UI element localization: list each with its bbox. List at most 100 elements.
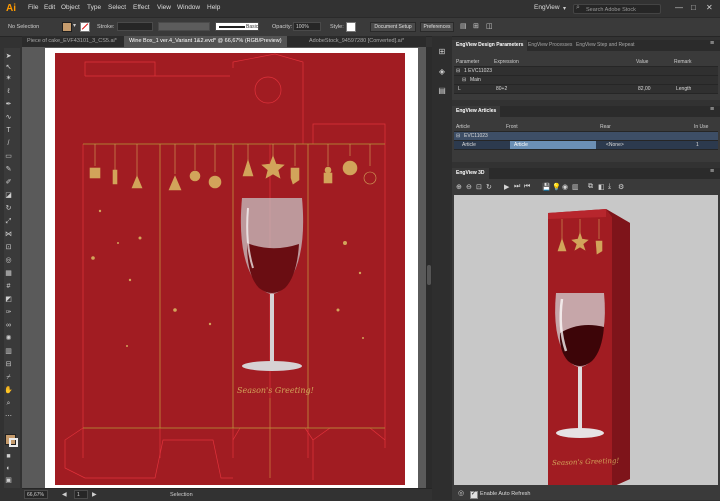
panel-menu-icon[interactable]: ≡: [710, 106, 714, 113]
menu-effect[interactable]: Effect: [133, 4, 150, 11]
curvature-tool-icon[interactable]: ∿: [4, 113, 13, 122]
table-row[interactable]: L 80+2 82,00 Length: [454, 85, 718, 94]
line-tool-icon[interactable]: /: [4, 139, 13, 148]
blend-tool-icon[interactable]: ∞: [4, 321, 13, 330]
param-expression[interactable]: 80+2: [496, 85, 507, 93]
document-setup-button[interactable]: Document Setup: [370, 22, 416, 32]
tab-processes[interactable]: EngView Processes: [524, 40, 576, 51]
pen-tool-icon[interactable]: ✒: [4, 100, 13, 109]
header-rear[interactable]: Rear: [600, 123, 611, 131]
artboard-tool-icon[interactable]: ⊟: [4, 360, 13, 369]
header-in-use[interactable]: In Use: [694, 123, 708, 131]
zoom-tool-icon[interactable]: ⌕: [4, 399, 13, 408]
scale-tool-icon[interactable]: ⤢: [4, 217, 13, 226]
zoom-level-input[interactable]: 66,67%: [24, 490, 48, 499]
hand-tool-icon[interactable]: ✋: [4, 386, 13, 395]
mesh-tool-icon[interactable]: #: [4, 282, 13, 291]
view3d-viewport[interactable]: Season's Greeting!: [454, 195, 718, 485]
magic-wand-tool-icon[interactable]: ✶: [4, 74, 13, 83]
save-view-icon[interactable]: 💾: [542, 183, 551, 191]
free-transform-tool-icon[interactable]: ⊡: [4, 243, 13, 252]
prev-artboard-icon[interactable]: ◀: [62, 491, 67, 498]
settings-icon[interactable]: ⚙: [618, 183, 624, 191]
stock-search-input[interactable]: Search Adobe Stock: [573, 4, 661, 14]
color-mode-icon[interactable]: ■: [4, 452, 13, 461]
workspace-switcher[interactable]: EngView: [534, 4, 560, 11]
tab-step-and-repeat[interactable]: EngView Step and Repeat: [572, 40, 639, 51]
header-expression[interactable]: Expression: [494, 58, 519, 66]
table-row[interactable]: Article Article <None> 1: [454, 141, 718, 150]
menu-file[interactable]: File: [28, 4, 38, 11]
shape-builder-tool-icon[interactable]: ◎: [4, 256, 13, 265]
zoom-fit-icon[interactable]: ⊡: [476, 183, 482, 191]
eyedropper-tool-icon[interactable]: ✑: [4, 308, 13, 317]
variable-width-profile[interactable]: [158, 22, 210, 31]
copy-view-icon[interactable]: ⧉: [588, 183, 593, 191]
render-icon[interactable]: ◉: [562, 183, 568, 191]
header-parameter[interactable]: Parameter: [456, 58, 479, 66]
scroll-thumb[interactable]: [427, 265, 431, 285]
expand-icon[interactable]: ⊟: [462, 76, 466, 84]
properties-panel-icon[interactable]: ⊞: [437, 47, 447, 57]
panel-menu-icon[interactable]: ≡: [710, 168, 714, 175]
next-artboard-icon[interactable]: ▶: [92, 491, 97, 498]
align-icon[interactable]: ▤: [460, 22, 467, 30]
tab-piece-of-cake[interactable]: Piece of cake_EVF43101_3_CS5.ai*: [22, 36, 122, 47]
front-cell[interactable]: Article: [510, 141, 596, 149]
tab-articles[interactable]: EngView Articles: [452, 106, 501, 117]
rotate-tool-icon[interactable]: ↻: [4, 204, 13, 213]
gradient-tool-icon[interactable]: ◩: [4, 295, 13, 304]
zoom-out-icon[interactable]: ⊖: [466, 183, 472, 191]
eraser-tool-icon[interactable]: ◪: [4, 191, 13, 200]
fill-chevron-icon[interactable]: ▾: [73, 22, 76, 29]
draw-mode-icon[interactable]: ◐: [4, 464, 13, 473]
isolate-icon[interactable]: ◫: [486, 22, 493, 30]
menu-view[interactable]: View: [157, 4, 171, 11]
graphic-style-swatch[interactable]: [346, 22, 356, 32]
direct-selection-tool-icon[interactable]: ↖: [4, 63, 13, 72]
width-tool-icon[interactable]: ⋈: [4, 230, 13, 239]
lasso-tool-icon[interactable]: ℓ: [4, 87, 13, 96]
transform-icon[interactable]: ⊞: [473, 22, 479, 30]
artboard[interactable]: Season's Greeting!: [45, 48, 418, 488]
more-tools-icon[interactable]: ⋯: [4, 412, 13, 421]
symbol-sprayer-tool-icon[interactable]: ✺: [4, 334, 13, 343]
fill-swatch[interactable]: [62, 22, 72, 32]
lighting-icon[interactable]: 💡: [552, 183, 561, 191]
close-button[interactable]: ✕: [706, 3, 713, 12]
maximize-button[interactable]: □: [691, 3, 696, 12]
header-front[interactable]: Front: [506, 123, 518, 131]
menu-type[interactable]: Type: [87, 4, 101, 11]
layers-panel-icon[interactable]: ◈: [437, 67, 447, 77]
auto-refresh-checkbox[interactable]: ✓: [470, 491, 478, 499]
table-row[interactable]: ⊟ EVC11023: [454, 132, 718, 141]
reset-fold-icon[interactable]: ⏮: [524, 183, 530, 191]
selection-tool-icon[interactable]: ➤: [4, 52, 13, 61]
column-graph-tool-icon[interactable]: ▥: [4, 347, 13, 356]
workspace-chevron-icon[interactable]: ▾: [563, 5, 566, 12]
header-article[interactable]: Article: [456, 123, 470, 131]
artboard-number-input[interactable]: 1: [74, 490, 88, 499]
zoom-in-icon[interactable]: ⊕: [456, 183, 462, 191]
fold-step-icon[interactable]: ⏭: [514, 183, 520, 191]
perspective-grid-tool-icon[interactable]: ▦: [4, 269, 13, 278]
screen-mode-icon[interactable]: ▣: [4, 476, 13, 485]
rotate-view-icon[interactable]: ↻: [486, 183, 492, 191]
header-remark[interactable]: Remark: [674, 58, 692, 66]
stroke-weight-input[interactable]: [117, 22, 153, 31]
brush-definition-select[interactable]: Basic: [215, 22, 259, 31]
table-row[interactable]: ⊟ 1 EVC11023: [454, 67, 718, 76]
minimize-button[interactable]: —: [675, 3, 683, 12]
tab-adobe-stock[interactable]: AdobeStock_94597280 [Converted].ai*: [304, 36, 409, 47]
stroke-swatch[interactable]: [80, 22, 90, 32]
slice-tool-icon[interactable]: ⌿: [4, 373, 13, 382]
play-fold-icon[interactable]: ▶: [504, 183, 509, 191]
expand-icon[interactable]: ⊟: [456, 132, 460, 140]
tab-wine-box[interactable]: Wine Box_1 ver.4_Variant 1&2.evd* @ 66,6…: [124, 36, 287, 47]
header-value[interactable]: Value: [636, 58, 648, 66]
menu-edit[interactable]: Edit: [44, 4, 55, 11]
type-tool-icon[interactable]: T: [4, 126, 13, 135]
tab-3d[interactable]: EngView 3D: [452, 168, 489, 179]
preferences-button[interactable]: Preferences: [420, 22, 454, 32]
stroke-color-icon[interactable]: [9, 438, 18, 447]
